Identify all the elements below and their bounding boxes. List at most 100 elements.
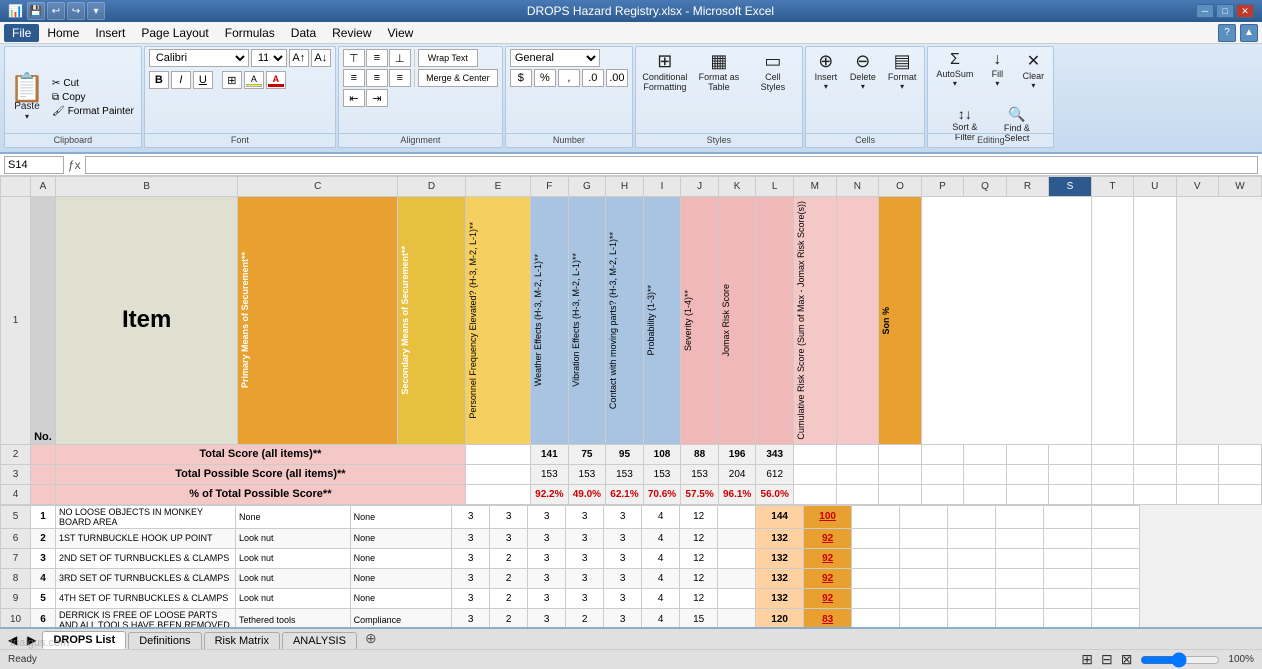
item-number[interactable]: 6 bbox=[31, 608, 56, 627]
item-val-5[interactable]: 4 bbox=[642, 568, 680, 588]
menu-data[interactable]: Data bbox=[283, 24, 324, 42]
row-num-7[interactable]: 7 bbox=[1, 548, 31, 568]
item-secondary[interactable]: None bbox=[350, 505, 452, 528]
item-val-5[interactable]: 4 bbox=[642, 588, 680, 608]
item-val-4[interactable]: 3 bbox=[604, 548, 642, 568]
item-val-2[interactable]: 3 bbox=[528, 528, 566, 548]
row-num-5[interactable]: 5 bbox=[1, 505, 31, 528]
item-desc[interactable]: 3RD SET OF TURNBUCKLES & CLAMPS bbox=[56, 568, 236, 588]
paste-dropdown[interactable]: ▾ bbox=[25, 112, 29, 121]
delete-button[interactable]: ⊖ Delete ▾ bbox=[846, 49, 880, 93]
indent-decrease-button[interactable]: ⇤ bbox=[343, 89, 365, 107]
function-wizard-button[interactable]: ƒx bbox=[68, 158, 81, 172]
item-val-4[interactable]: 3 bbox=[604, 588, 642, 608]
row-num-9[interactable]: 9 bbox=[1, 588, 31, 608]
border-button[interactable]: ⊞ bbox=[222, 71, 242, 89]
tab-nav-left[interactable]: ◀ bbox=[4, 631, 21, 649]
item-indexed[interactable]: 100 bbox=[804, 505, 852, 528]
font-name-select[interactable]: Calibri bbox=[149, 49, 249, 67]
row-num-8[interactable]: 8 bbox=[1, 568, 31, 588]
increase-font-button[interactable]: A↑ bbox=[289, 49, 309, 67]
clear-button[interactable]: ✕ Clear ▾ bbox=[1017, 49, 1049, 92]
tab-analysis[interactable]: ANALYSIS bbox=[282, 632, 357, 649]
cells-area[interactable]: A B C D E F G H I J K L M N O P Q bbox=[0, 176, 1262, 627]
item-val-4[interactable]: 3 bbox=[604, 528, 642, 548]
item-val-0[interactable]: 3 bbox=[452, 528, 490, 548]
font-color-button[interactable]: A bbox=[266, 71, 286, 89]
col-header-b[interactable]: B bbox=[55, 177, 237, 197]
row-num-3[interactable]: 3 bbox=[1, 464, 31, 484]
row-num-2[interactable]: 2 bbox=[1, 444, 31, 464]
comma-button[interactable]: , bbox=[558, 69, 580, 87]
col-header-m[interactable]: M bbox=[793, 177, 836, 197]
item-number[interactable]: 1 bbox=[31, 505, 56, 528]
item-val-3[interactable]: 3 bbox=[566, 528, 604, 548]
col-header-f[interactable]: F bbox=[531, 177, 569, 197]
item-val-5[interactable]: 4 bbox=[642, 608, 680, 627]
decrease-decimal-button[interactable]: .0 bbox=[582, 69, 604, 87]
number-format-select[interactable]: General bbox=[510, 49, 600, 67]
item-secondary[interactable]: None bbox=[350, 588, 452, 608]
cell-styles-button[interactable]: ▭ Cell Styles bbox=[748, 49, 798, 94]
format-cells-button[interactable]: ▤ Format ▾ bbox=[884, 49, 921, 93]
item-indexed[interactable]: 92 bbox=[804, 528, 852, 548]
autosum-button[interactable]: Σ AutoSum ▾ bbox=[932, 49, 977, 92]
merge-center-button[interactable]: Merge & Center bbox=[418, 69, 498, 87]
currency-button[interactable]: $ bbox=[510, 69, 532, 87]
menu-view[interactable]: View bbox=[380, 24, 422, 42]
item-val-1[interactable]: 3 bbox=[490, 505, 528, 528]
row-num-10[interactable]: 10 bbox=[1, 608, 31, 627]
item-jomax-max[interactable]: 12 bbox=[680, 588, 718, 608]
item-number[interactable]: 4 bbox=[31, 568, 56, 588]
item-val-0[interactable]: 3 bbox=[452, 568, 490, 588]
menu-page-layout[interactable]: Page Layout bbox=[133, 24, 216, 42]
item-desc[interactable]: 4TH SET OF TURNBUCKLES & CLAMPS bbox=[56, 588, 236, 608]
col-header-r[interactable]: R bbox=[1006, 177, 1049, 197]
corner-cell[interactable] bbox=[1, 177, 31, 197]
cut-button[interactable]: ✂ Cut bbox=[49, 77, 137, 90]
col-header-n[interactable]: N bbox=[836, 177, 879, 197]
item-val-1[interactable]: 2 bbox=[490, 568, 528, 588]
item-val-1[interactable]: 2 bbox=[490, 548, 528, 568]
col-header-k[interactable]: K bbox=[718, 177, 756, 197]
item-desc[interactable]: 2ND SET OF TURNBUCKLES & CLAMPS bbox=[56, 548, 236, 568]
paste-button[interactable]: 📋 Paste ▾ bbox=[9, 71, 45, 123]
item-val-2[interactable]: 3 bbox=[528, 505, 566, 528]
item-indexed[interactable]: 92 bbox=[804, 548, 852, 568]
col-header-e[interactable]: E bbox=[465, 177, 530, 197]
close-button[interactable]: ✕ bbox=[1236, 4, 1254, 18]
item-indexed[interactable]: 92 bbox=[804, 588, 852, 608]
bold-button[interactable]: B bbox=[149, 71, 169, 89]
item-val-3[interactable]: 3 bbox=[566, 505, 604, 528]
item-number[interactable]: 3 bbox=[31, 548, 56, 568]
item-primary[interactable]: None bbox=[236, 505, 351, 528]
item-desc[interactable]: DERRICK IS FREE OF LOOSE PARTS AND ALL T… bbox=[56, 608, 236, 627]
item-primary[interactable]: Look nut bbox=[236, 548, 351, 568]
item-jomax-score[interactable]: 132 bbox=[756, 588, 804, 608]
format-table-button[interactable]: ▦ Format as Table bbox=[694, 49, 744, 94]
increase-decimal-button[interactable]: .00 bbox=[606, 69, 628, 87]
item-primary[interactable]: Tethered tools bbox=[236, 608, 351, 627]
row-num-1[interactable]: 1 bbox=[1, 197, 31, 445]
item-val-0[interactable]: 3 bbox=[452, 548, 490, 568]
minimize-button[interactable]: ─ bbox=[1196, 4, 1214, 18]
item-val-2[interactable]: 3 bbox=[528, 588, 566, 608]
item-jomax-max[interactable]: 12 bbox=[680, 505, 718, 528]
item-jomax-max[interactable]: 12 bbox=[680, 528, 718, 548]
format-painter-button[interactable]: 🖌 Format Painter bbox=[49, 105, 137, 118]
menu-home[interactable]: Home bbox=[39, 24, 87, 42]
col-header-v[interactable]: V bbox=[1176, 177, 1218, 197]
align-middle-button[interactable]: ≡ bbox=[366, 49, 388, 67]
insert-sheet-button[interactable]: ⊕ bbox=[359, 628, 383, 649]
align-bottom-button[interactable]: ⊥ bbox=[389, 49, 411, 67]
item-val-5[interactable]: 4 bbox=[642, 548, 680, 568]
item-secondary[interactable]: None bbox=[350, 528, 452, 548]
help-button[interactable]: ? bbox=[1218, 24, 1236, 42]
fill-color-button[interactable]: A bbox=[244, 71, 264, 89]
tab-definitions[interactable]: Definitions bbox=[128, 632, 201, 649]
item-val-1[interactable]: 3 bbox=[490, 528, 528, 548]
item-val-5[interactable]: 4 bbox=[642, 505, 680, 528]
item-val-3[interactable]: 3 bbox=[566, 568, 604, 588]
item-val-4[interactable]: 3 bbox=[604, 608, 642, 627]
maximize-button[interactable]: □ bbox=[1216, 4, 1234, 18]
